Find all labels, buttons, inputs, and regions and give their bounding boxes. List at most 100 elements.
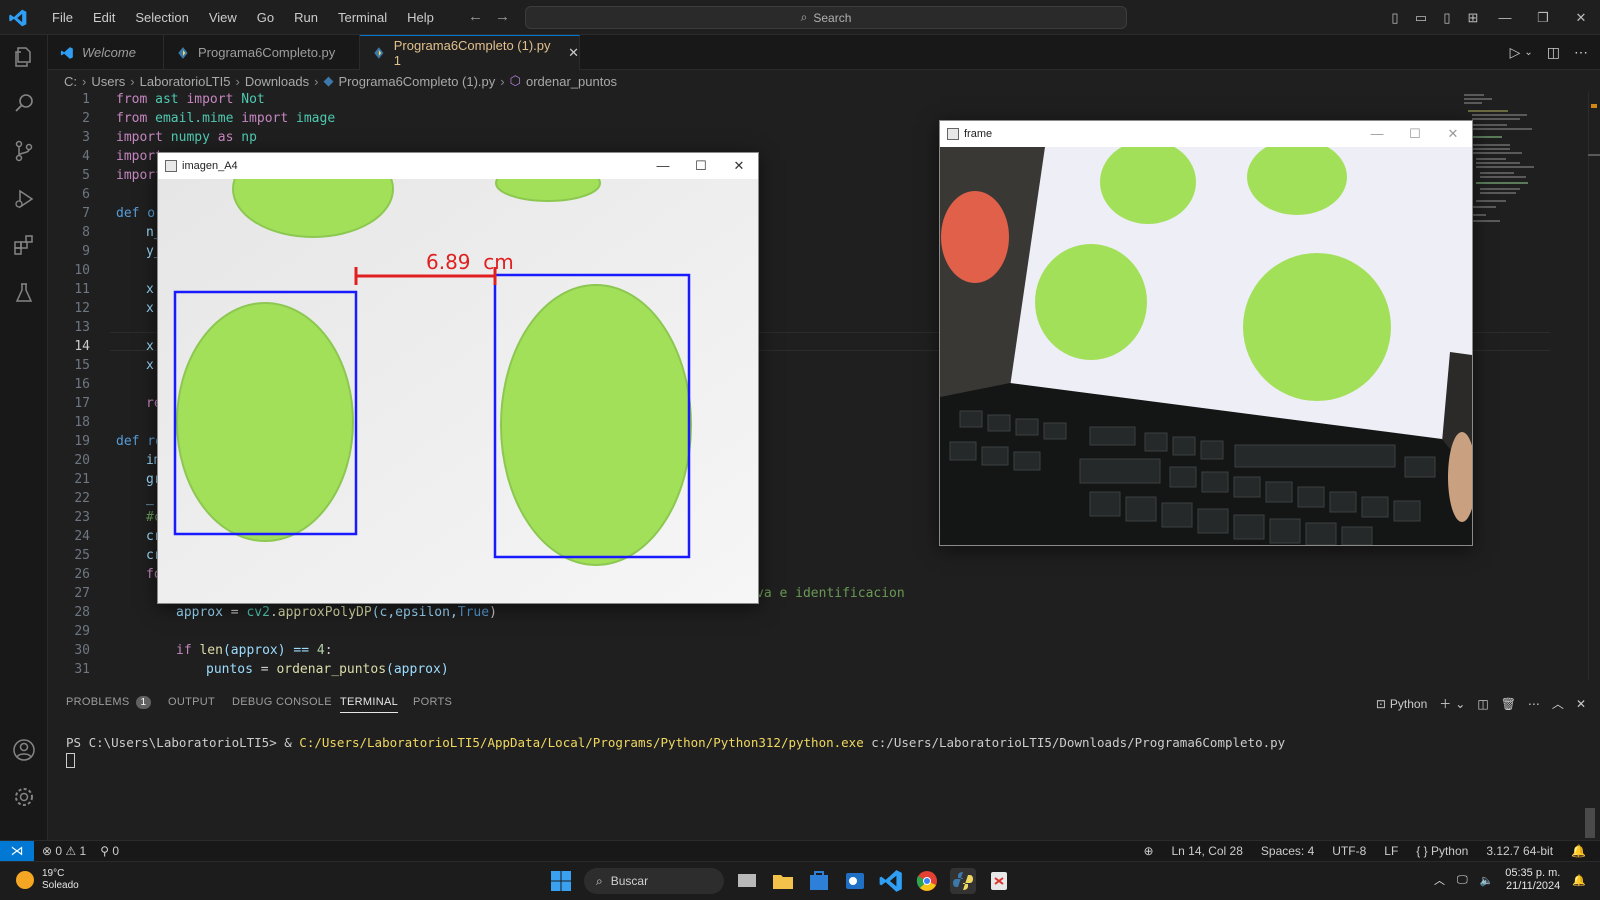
windows-taskbar: 19°C Soleado ⌕ Buscar ︿ 🖵 🔈 05:35 p. m. … bbox=[0, 861, 1600, 900]
clock[interactable]: 05:35 p. m. 21/11/2024 bbox=[1505, 867, 1560, 893]
symbol-method-icon: ⬡ bbox=[509, 73, 521, 88]
vscode-icon[interactable] bbox=[878, 868, 904, 894]
trash-icon[interactable]: 🗑 bbox=[1501, 697, 1516, 711]
problems-status[interactable]: ⊗ 0 ⚠ 1 bbox=[42, 844, 86, 858]
maximize-panel-icon[interactable]: ︿ bbox=[1552, 695, 1564, 712]
more-actions-icon[interactable]: ⋯ bbox=[1528, 697, 1540, 711]
toggle-sidebar-icon[interactable]: ▯ bbox=[1382, 10, 1408, 26]
toggle-panel-icon[interactable]: ▭ bbox=[1408, 10, 1434, 26]
menu-run[interactable]: Run bbox=[284, 10, 328, 25]
menu-edit[interactable]: Edit bbox=[83, 10, 125, 25]
taskbar-search[interactable]: ⌕ Buscar bbox=[584, 868, 724, 894]
python-interpreter[interactable]: 3.12.7 64-bit bbox=[1486, 844, 1553, 858]
frame-window[interactable]: frame — ☐ ✕ bbox=[939, 120, 1473, 546]
microsoft-store-icon[interactable] bbox=[806, 868, 832, 894]
notifications-bell-icon[interactable]: 🔔 bbox=[1572, 874, 1586, 887]
ports-status[interactable]: ⚲ 0 bbox=[100, 844, 119, 858]
panel-tab-bar: PROBLEMS 1 OUTPUT DEBUG CONSOLE TERMINAL … bbox=[48, 690, 1600, 714]
close-tab-icon[interactable]: ✕ bbox=[568, 45, 579, 61]
network-icon[interactable]: 🖵 bbox=[1457, 874, 1468, 887]
split-terminal-icon[interactable]: ◫ bbox=[1477, 697, 1488, 711]
run-debug-icon[interactable] bbox=[12, 187, 36, 211]
search-icon[interactable] bbox=[12, 91, 36, 115]
tab-debug-console[interactable]: DEBUG CONSOLE bbox=[232, 696, 332, 708]
chrome-icon[interactable] bbox=[914, 868, 940, 894]
chevron-up-icon[interactable]: ︿ bbox=[1434, 872, 1445, 888]
maximize-window-button[interactable]: ☐ bbox=[1396, 121, 1434, 147]
cursor-position[interactable]: Ln 14, Col 28 bbox=[1172, 844, 1243, 858]
terminal-shell-label[interactable]: Python bbox=[1390, 697, 1427, 711]
minimize-window-button[interactable]: — bbox=[1358, 121, 1396, 147]
run-python-file-icon[interactable]: ▷ bbox=[1510, 44, 1521, 61]
windows-start-icon[interactable] bbox=[548, 868, 574, 894]
imagen-a4-window[interactable]: imagen_A4 — ☐ ✕ 6.89 cm bbox=[157, 152, 759, 604]
source-control-icon[interactable] bbox=[12, 139, 36, 163]
menu-go[interactable]: Go bbox=[247, 10, 284, 25]
end-of-line[interactable]: LF bbox=[1384, 844, 1398, 858]
back-arrow-icon[interactable]: ← bbox=[468, 8, 483, 25]
chevron-down-icon[interactable]: ⌄ bbox=[1524, 47, 1532, 61]
remote-indicator-icon[interactable]: ⋊ bbox=[0, 841, 34, 862]
menu-selection[interactable]: Selection bbox=[125, 10, 198, 25]
settings-gear-icon[interactable] bbox=[12, 785, 36, 809]
breadcrumb-item[interactable]: Users bbox=[91, 74, 125, 89]
python-app-icon[interactable] bbox=[950, 868, 976, 894]
close-window-button[interactable]: ✕ bbox=[1562, 10, 1600, 26]
restore-window-button[interactable]: ❐ bbox=[1524, 10, 1562, 26]
maximize-window-button[interactable]: ☐ bbox=[682, 153, 720, 179]
activity-bar bbox=[0, 35, 48, 840]
split-editor-icon[interactable]: ◫ bbox=[1547, 44, 1560, 61]
minimap[interactable] bbox=[1462, 92, 1557, 242]
command-center-search[interactable]: ⌕ Search bbox=[525, 6, 1127, 29]
tab-programa6completo[interactable]: Programa6Completo.py bbox=[164, 35, 360, 70]
breadcrumb-item[interactable]: LaboratorioLTI5 bbox=[140, 74, 231, 89]
outlook-icon[interactable] bbox=[842, 868, 868, 894]
accounts-icon[interactable] bbox=[12, 738, 36, 762]
notifications-bell-icon[interactable]: 🔔 bbox=[1571, 844, 1586, 858]
toggle-secondary-sidebar-icon[interactable]: ▯ bbox=[1434, 10, 1460, 26]
menu-terminal[interactable]: Terminal bbox=[328, 10, 397, 25]
forward-arrow-icon[interactable]: → bbox=[495, 8, 510, 25]
breadcrumb-item[interactable]: ordenar_puntos bbox=[526, 74, 617, 89]
breadcrumb-item[interactable]: Programa6Completo (1).py bbox=[338, 74, 495, 89]
explorer-icon[interactable] bbox=[12, 45, 36, 69]
new-terminal-icon[interactable]: ＋ bbox=[1439, 695, 1451, 712]
volume-icon[interactable]: 🔈 bbox=[1480, 874, 1494, 887]
tab-terminal[interactable]: TERMINAL bbox=[340, 696, 399, 713]
close-window-button[interactable]: ✕ bbox=[1434, 121, 1472, 147]
more-actions-icon[interactable]: ⋯ bbox=[1574, 44, 1588, 61]
line-number: 18 bbox=[74, 415, 90, 430]
file-explorer-icon[interactable] bbox=[770, 868, 796, 894]
snipping-tool-icon[interactable] bbox=[986, 868, 1012, 894]
menu-view[interactable]: View bbox=[199, 10, 247, 25]
breadcrumb-item[interactable]: Downloads bbox=[245, 74, 309, 89]
minimize-window-button[interactable]: — bbox=[644, 153, 682, 179]
editor-scrollbar[interactable] bbox=[1588, 92, 1600, 680]
customize-layout-icon[interactable]: ⊞ bbox=[1460, 10, 1486, 26]
encoding[interactable]: UTF-8 bbox=[1332, 844, 1366, 858]
tab-ports[interactable]: PORTS bbox=[413, 696, 452, 708]
close-panel-icon[interactable]: ✕ bbox=[1576, 697, 1586, 711]
language-mode[interactable]: { } Python bbox=[1416, 844, 1468, 858]
close-window-button[interactable]: ✕ bbox=[720, 153, 758, 179]
extensions-icon[interactable] bbox=[12, 233, 36, 257]
terminal-output[interactable]: PS C:\Users\LaboratorioLTI5> & C:/Users/… bbox=[66, 735, 1285, 750]
testing-icon[interactable] bbox=[12, 281, 36, 305]
minimize-window-button[interactable]: — bbox=[1486, 10, 1524, 25]
tab-output[interactable]: OUTPUT bbox=[168, 696, 215, 708]
tab-problems[interactable]: PROBLEMS 1 bbox=[66, 696, 152, 709]
terminal-scrollbar[interactable] bbox=[1585, 808, 1595, 838]
menu-file[interactable]: File bbox=[42, 10, 83, 25]
chevron-down-icon[interactable]: ⌄ bbox=[1455, 697, 1465, 711]
weather-widget[interactable]: 19°C Soleado bbox=[16, 868, 79, 892]
tab-welcome[interactable]: Welcome bbox=[48, 35, 164, 70]
tab-programa6completo-1[interactable]: Programa6Completo (1).py 1 ✕ bbox=[360, 35, 580, 70]
zoom-icon[interactable]: ⊕ bbox=[1143, 844, 1153, 858]
python-file-icon: ◆ bbox=[323, 73, 334, 88]
title-bar: File Edit Selection View Go Run Terminal… bbox=[0, 0, 1600, 35]
task-view-icon[interactable] bbox=[734, 868, 760, 894]
menu-help[interactable]: Help bbox=[397, 10, 444, 25]
indentation[interactable]: Spaces: 4 bbox=[1261, 844, 1314, 858]
breadcrumb-item[interactable]: C: bbox=[64, 74, 77, 89]
weather-condition: Soleado bbox=[42, 880, 79, 891]
